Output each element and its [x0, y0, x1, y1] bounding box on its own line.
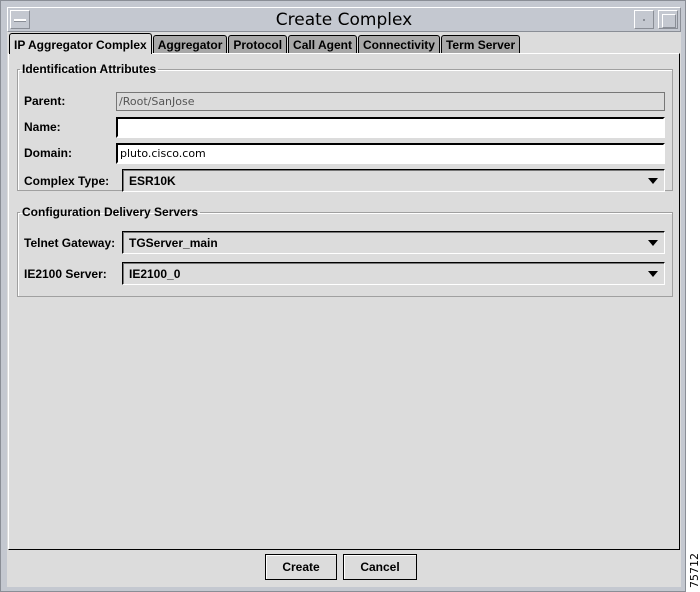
create-button[interactable]: Create	[265, 554, 337, 580]
complex-type-select[interactable]: ESR10K	[122, 169, 665, 192]
tab-protocol[interactable]: Protocol	[228, 35, 288, 54]
dialog-body: IP Aggregator Complex Aggregator Protoco…	[7, 32, 681, 587]
parent-field: /Root/SanJose	[116, 92, 665, 111]
tab-ip-aggregator-complex[interactable]: IP Aggregator Complex	[9, 33, 152, 54]
ie2100-server-value: IE2100_0	[129, 267, 181, 281]
complex-type-label: Complex Type:	[24, 174, 110, 188]
complex-type-value: ESR10K	[129, 174, 176, 188]
chevron-down-icon	[648, 240, 658, 246]
identification-legend: Identification Attributes	[22, 62, 157, 76]
ie2100-server-select[interactable]: IE2100_0	[122, 262, 665, 285]
tab-aggregator[interactable]: Aggregator	[152, 35, 228, 54]
chevron-down-icon	[648, 178, 658, 184]
domain-input[interactable]: pluto.cisco.com	[116, 143, 665, 164]
minimize-button[interactable]	[634, 10, 654, 29]
tab-bar: IP Aggregator Complex Aggregator Protoco…	[9, 33, 521, 54]
window-frame: Create Complex IP Aggregator Complex Agg…	[0, 0, 686, 592]
tab-call-agent[interactable]: Call Agent	[288, 35, 357, 54]
cancel-button[interactable]: Cancel	[343, 554, 417, 580]
telnet-gateway-select[interactable]: TGServer_main	[122, 231, 665, 254]
telnet-gateway-label: Telnet Gateway:	[24, 236, 116, 250]
name-label: Name:	[24, 120, 61, 134]
tab-connectivity[interactable]: Connectivity	[357, 35, 440, 54]
telnet-gateway-value: TGServer_main	[129, 236, 218, 250]
delivery-legend: Configuration Delivery Servers	[22, 205, 199, 219]
chevron-down-icon	[648, 271, 658, 277]
tab-term-server[interactable]: Term Server	[440, 35, 521, 54]
maximize-button[interactable]	[658, 10, 678, 29]
parent-label: Parent:	[24, 94, 66, 108]
figure-number: 75712	[688, 553, 700, 588]
domain-label: Domain:	[24, 146, 72, 160]
ie2100-server-label: IE2100 Server:	[24, 267, 107, 281]
window-title: Create Complex	[275, 10, 413, 30]
title-bar[interactable]: Create Complex	[7, 7, 681, 32]
tab-panel: Identification Attributes Parent: /Root/…	[8, 53, 680, 550]
name-input[interactable]	[116, 117, 665, 138]
